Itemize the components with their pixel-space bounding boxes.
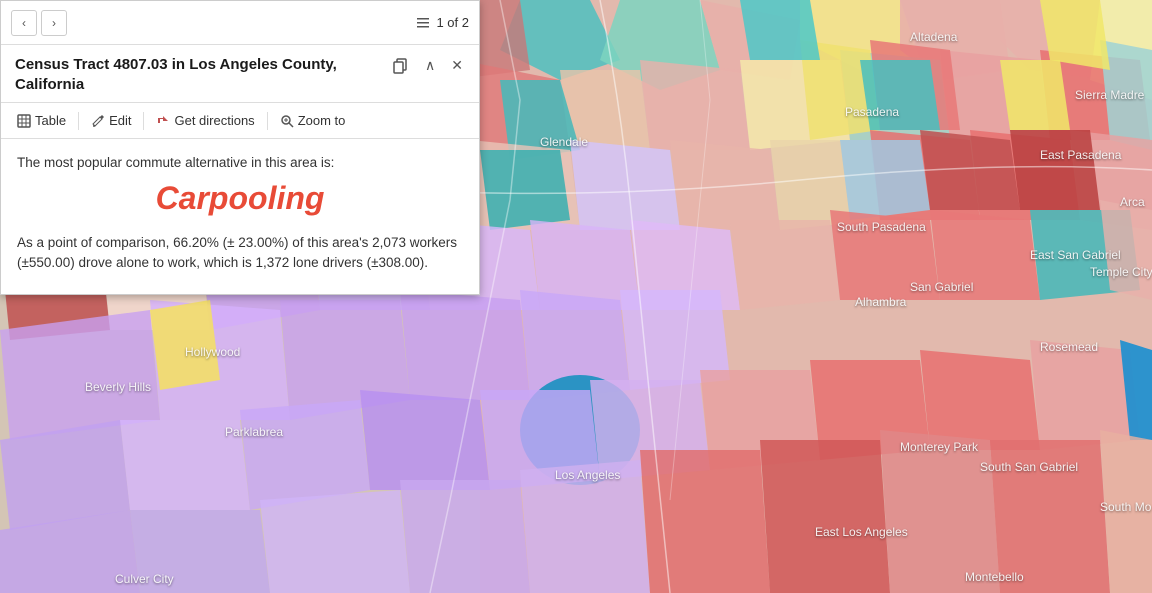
popup-nav: ‹ › 1 of 2 <box>1 1 479 45</box>
table-icon <box>17 114 31 128</box>
directions-button[interactable]: Get directions <box>148 109 262 132</box>
list-icon <box>415 15 431 31</box>
directions-icon <box>156 114 170 128</box>
edit-button[interactable]: Edit <box>83 109 139 132</box>
close-button[interactable]: ✕ <box>447 55 467 76</box>
edit-icon <box>91 114 105 128</box>
nav-count: 1 of 2 <box>415 15 469 31</box>
popup-panel: ‹ › 1 of 2 Census Tract 4807.03 in Los A… <box>0 0 480 295</box>
table-button[interactable]: Table <box>9 109 74 132</box>
popup-title: Census Tract 4807.03 in Los Angeles Coun… <box>15 55 379 94</box>
zoom-label: Zoom to <box>298 113 346 128</box>
collapse-button[interactable]: ∧ <box>421 55 439 76</box>
close-icon: ✕ <box>451 57 463 74</box>
intro-text: The most popular commute alternative in … <box>17 155 463 170</box>
title-actions: ∧ ✕ <box>389 55 467 76</box>
zoom-icon <box>280 114 294 128</box>
next-button[interactable]: › <box>41 10 67 36</box>
toolbar-divider-2 <box>143 112 144 130</box>
next-icon: › <box>52 16 56 30</box>
toolbar-divider-3 <box>267 112 268 130</box>
table-label: Table <box>35 113 66 128</box>
directions-label: Get directions <box>174 113 254 128</box>
popup-title-bar: Census Tract 4807.03 in Los Angeles Coun… <box>1 45 479 103</box>
nav-arrows: ‹ › <box>11 10 67 36</box>
prev-icon: ‹ <box>22 16 26 30</box>
popup-content: The most popular commute alternative in … <box>1 139 479 294</box>
prev-button[interactable]: ‹ <box>11 10 37 36</box>
comparison-text: As a point of comparison, 66.20% (± 23.0… <box>17 233 463 274</box>
duplicate-button[interactable] <box>389 56 413 76</box>
collapse-icon: ∧ <box>425 57 435 74</box>
zoom-button[interactable]: Zoom to <box>272 109 354 132</box>
commute-mode: Carpooling <box>17 180 463 217</box>
toolbar-divider-1 <box>78 112 79 130</box>
popup-toolbar: Table Edit Get directions <box>1 103 479 139</box>
duplicate-icon <box>393 58 409 74</box>
count-text: 1 of 2 <box>436 15 469 30</box>
edit-label: Edit <box>109 113 131 128</box>
